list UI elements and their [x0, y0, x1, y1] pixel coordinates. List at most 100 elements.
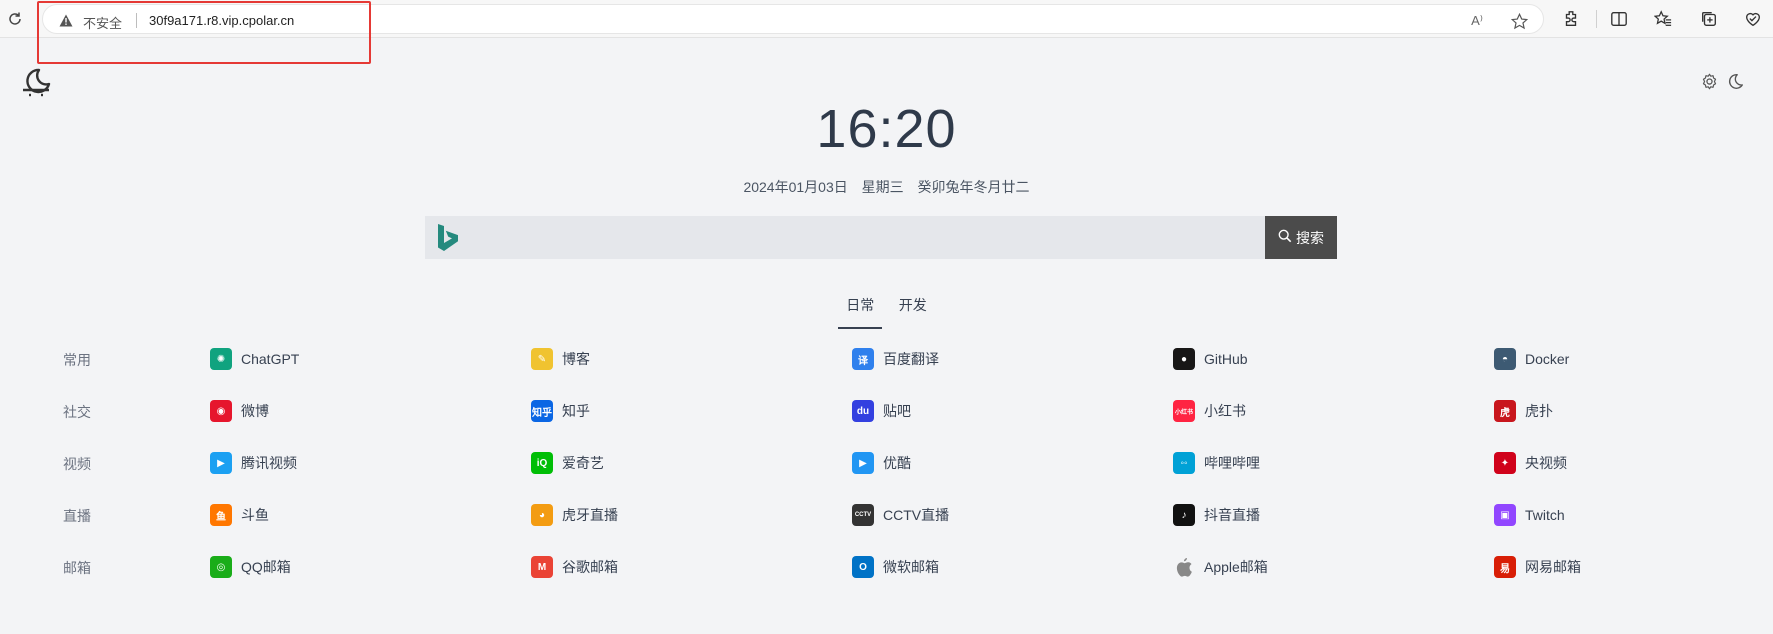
twitch-icon: ▣ — [1494, 504, 1516, 526]
link-item[interactable]: ✺ ChatGPT — [210, 347, 299, 371]
link-label: 贴吧 — [883, 403, 911, 419]
tencent-video-icon: ▶ — [210, 452, 232, 474]
link-label: 虎扑 — [1525, 403, 1553, 419]
outlook-icon: O — [852, 556, 874, 578]
moon-logo-icon[interactable] — [20, 66, 52, 98]
link-label: 网易邮箱 — [1525, 559, 1581, 575]
weekday: 星期三 — [861, 179, 904, 195]
hupu-icon: 虎 — [1494, 400, 1516, 422]
link-item[interactable]: ◦◦ 哔哩哔哩 — [1173, 451, 1260, 475]
search-box: 搜索 — [425, 216, 1337, 259]
link-item[interactable]: ◕ 虎牙直播 — [531, 503, 618, 527]
link-item[interactable]: 易网易邮箱 — [1494, 555, 1581, 579]
tab-daily[interactable]: 日常 — [838, 295, 883, 329]
favorite-star-icon[interactable] — [1509, 11, 1529, 31]
link-item[interactable]: ◉ 微博 — [210, 399, 269, 423]
search-input[interactable] — [471, 216, 1221, 259]
huya-icon: ◕ — [531, 504, 553, 526]
github-icon: ● — [1173, 348, 1195, 370]
extensions-icon[interactable] — [1560, 8, 1582, 30]
link-label: ChatGPT — [241, 351, 300, 367]
apple-icon — [1173, 556, 1195, 578]
link-item[interactable]: ◎ QQ邮箱 — [210, 555, 291, 579]
link-label: 知乎 — [562, 403, 590, 419]
link-label: QQ邮箱 — [241, 559, 291, 575]
date-line: 2024年01月03日 星期三 癸卯兔年冬月廿二 — [0, 177, 1773, 197]
blog-icon: ✎ — [531, 348, 553, 370]
link-item[interactable]: 虎虎扑 — [1494, 399, 1553, 423]
link-item[interactable]: ◓ Docker — [1494, 347, 1569, 371]
gmail-icon: M — [531, 556, 553, 578]
link-label: 腾讯视频 — [241, 455, 297, 471]
link-item[interactable]: ♪ 抖音直播 — [1173, 503, 1260, 527]
category-label: 邮箱 — [63, 560, 91, 576]
chatgpt-icon: ✺ — [210, 348, 232, 370]
link-item[interactable]: 知乎 知乎 — [531, 399, 590, 423]
cctv-icon: CCTV — [852, 504, 874, 526]
link-item[interactable]: iQ 爱奇艺 — [531, 451, 604, 475]
tieba-icon: du — [852, 400, 874, 422]
settings-gear-icon[interactable] — [1699, 71, 1719, 91]
cctv-video-icon: ✦ — [1494, 452, 1516, 474]
gregorian-date: 2024年01月03日 — [743, 179, 848, 195]
link-label: 微软邮箱 — [883, 559, 939, 575]
category-label: 直播 — [63, 508, 91, 524]
link-label: 虎牙直播 — [562, 507, 618, 523]
link-label: Docker — [1525, 351, 1570, 367]
link-item[interactable]: CCTV CCTV直播 — [852, 503, 949, 527]
link-item[interactable]: 小红书 小红书 — [1173, 399, 1246, 423]
category-label: 视频 — [63, 456, 91, 472]
link-label: 百度翻译 — [883, 351, 939, 367]
link-item[interactable]: ▣ Twitch — [1494, 503, 1565, 527]
link-label: GitHub — [1204, 351, 1248, 367]
link-item[interactable]: ▶ 优酷 — [852, 451, 911, 475]
iqiyi-icon: iQ — [531, 452, 553, 474]
link-item[interactable]: ● GitHub — [1173, 347, 1248, 371]
link-item[interactable]: du 贴吧 — [852, 399, 911, 423]
douyu-icon: 鱼 — [210, 504, 232, 526]
clock-time: 16:20 — [816, 99, 957, 159]
link-item[interactable]: ✦ 央视频 — [1494, 451, 1567, 475]
link-item[interactable]: M 谷歌邮箱 — [531, 555, 618, 579]
search-button-label: 搜索 — [1296, 229, 1324, 246]
xiaohongshu-icon: 小红书 — [1173, 400, 1195, 422]
category-tabs: 日常 开发 — [0, 295, 1773, 329]
link-item[interactable]: ✎ 博客 — [531, 347, 590, 371]
link-item[interactable]: ▶ 腾讯视频 — [210, 451, 297, 475]
reload-icon[interactable] — [4, 8, 26, 30]
netease-mail-icon: 易 — [1494, 556, 1516, 578]
link-item[interactable]: Apple邮箱 — [1173, 555, 1268, 579]
search-icon — [1278, 229, 1292, 246]
link-item[interactable]: O 微软邮箱 — [852, 555, 939, 579]
category-label: 社交 — [63, 404, 91, 420]
category-label: 常用 — [63, 352, 91, 368]
lunar-date: 癸卯兔年冬月廿二 — [917, 179, 1030, 195]
link-label: 谷歌邮箱 — [562, 559, 618, 575]
bing-icon[interactable] — [435, 223, 461, 253]
link-label: 哔哩哔哩 — [1204, 455, 1260, 471]
search-button[interactable]: 搜索 — [1265, 216, 1337, 259]
link-label: CCTV直播 — [883, 507, 950, 523]
dark-mode-moon-icon[interactable] — [1725, 71, 1745, 91]
link-label: 斗鱼 — [241, 507, 269, 523]
link-label: 小红书 — [1204, 403, 1246, 419]
split-screen-icon[interactable] — [1608, 8, 1630, 30]
link-label: 优酷 — [883, 455, 911, 471]
link-item[interactable]: 鱼斗鱼 — [210, 503, 269, 527]
zhihu-icon: 知乎 — [531, 400, 553, 422]
link-label: 博客 — [562, 351, 590, 367]
link-label: 央视频 — [1525, 455, 1567, 471]
douyin-icon: ♪ — [1173, 504, 1195, 526]
link-label: 爱奇艺 — [562, 455, 604, 471]
youku-icon: ▶ — [852, 452, 874, 474]
link-label: 抖音直播 — [1204, 507, 1260, 523]
tab-dev[interactable]: 开发 — [891, 295, 935, 327]
browser-essentials-icon[interactable] — [1742, 8, 1764, 30]
favorites-icon[interactable] — [1652, 8, 1674, 30]
link-label: Apple邮箱 — [1204, 559, 1268, 575]
link-item[interactable]: 译百度翻译 — [852, 347, 939, 371]
read-aloud-icon[interactable]: A⁾ — [1467, 11, 1487, 31]
collections-icon[interactable] — [1698, 8, 1720, 30]
qq-mail-icon: ◎ — [210, 556, 232, 578]
docker-icon: ◓ — [1494, 348, 1516, 370]
